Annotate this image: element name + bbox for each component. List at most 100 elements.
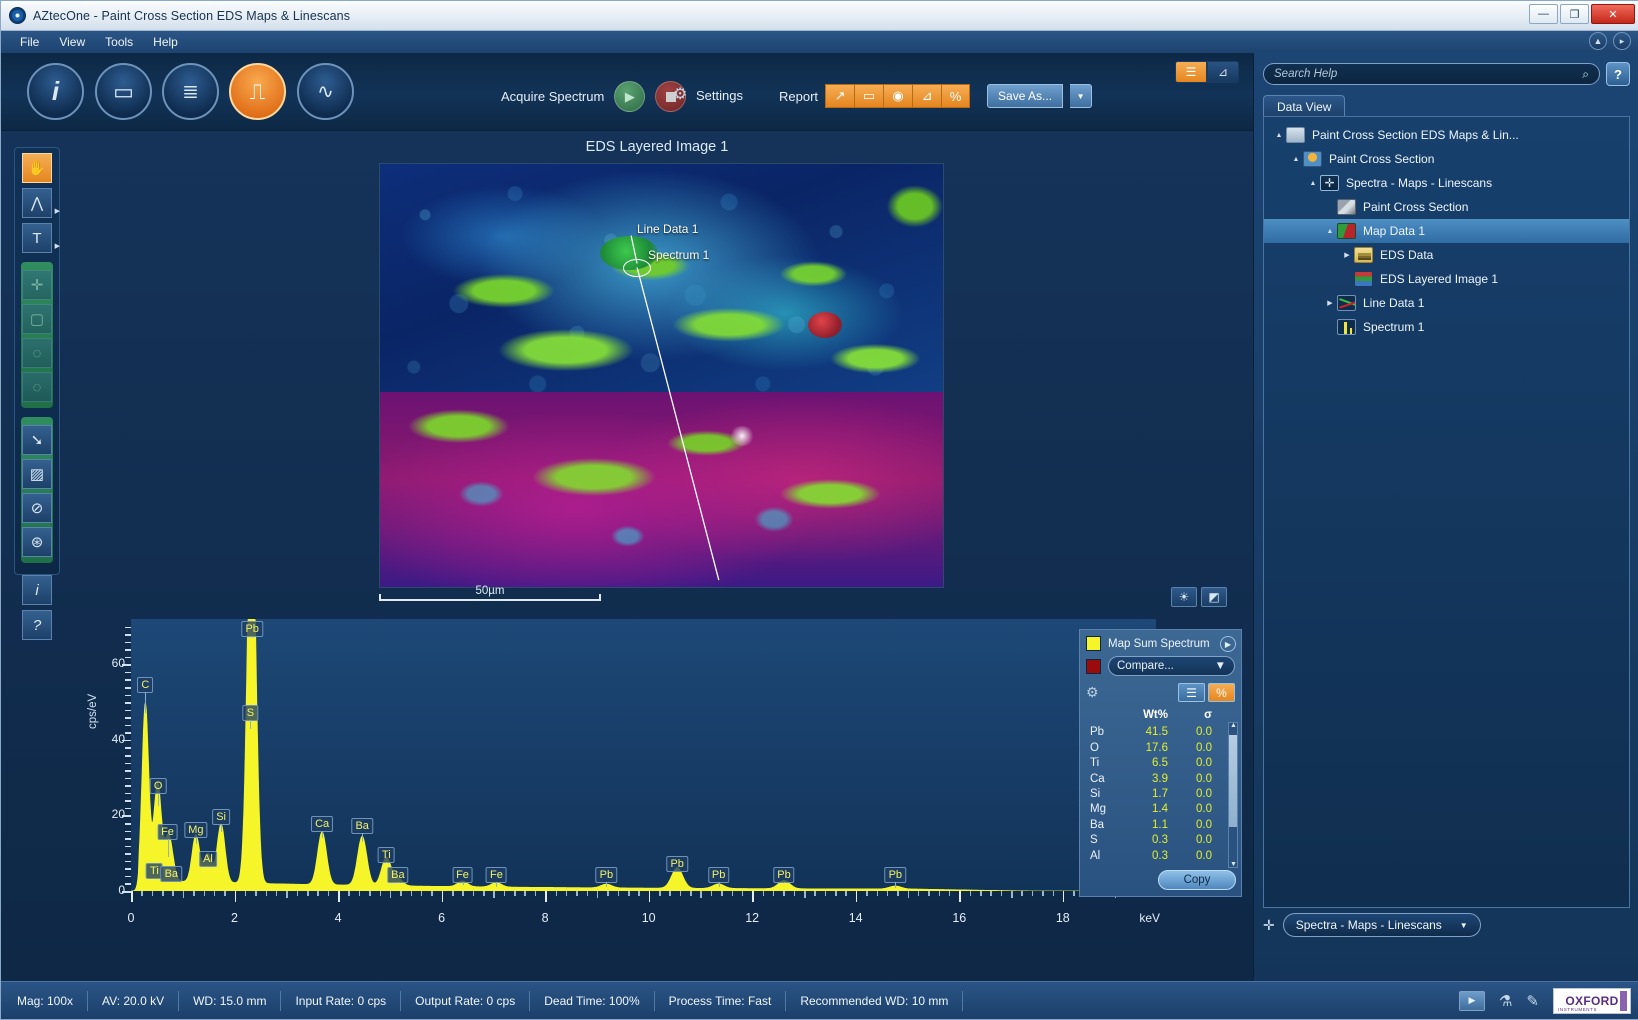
peak-label-Pb-16[interactable]: Pb <box>596 867 617 883</box>
twisty-icon[interactable]: ▲ <box>1306 180 1320 187</box>
peak-label-Ti-12[interactable]: Ti <box>378 847 395 863</box>
close-button[interactable]: ✕ <box>1591 4 1635 24</box>
spectrum-point-marker[interactable] <box>623 259 651 277</box>
status-play-button[interactable]: ▶ <box>1459 991 1485 1011</box>
help-tool[interactable]: ? <box>22 610 52 640</box>
copy-button[interactable]: Copy <box>1158 870 1236 890</box>
contrast-button[interactable]: ◩ <box>1201 587 1227 607</box>
tab-data-view[interactable]: Data View <box>1263 95 1345 118</box>
chart-view-button[interactable]: ⊿ <box>1207 61 1239 83</box>
table-row[interactable]: Ca3.90.0 <box>1090 772 1241 787</box>
peak-label-Pb-17[interactable]: Pb <box>666 856 687 872</box>
twisty-icon[interactable]: ▲ <box>1323 228 1337 235</box>
text-tool[interactable]: T ▶ <box>22 223 52 253</box>
spectrum-button[interactable]: ⎍ <box>229 63 286 120</box>
search-icon[interactable]: ⌕ <box>1582 67 1589 82</box>
peak-label-Pb-18[interactable]: Pb <box>708 867 729 883</box>
peak-label-Mg-5[interactable]: Mg <box>184 822 207 838</box>
add-freeform-tool[interactable]: ◌ <box>22 372 52 402</box>
chevron-right-icon[interactable]: ▶ <box>55 242 60 250</box>
delete-point-tool[interactable]: ➘ <box>22 425 52 455</box>
peak-label-Fe-3[interactable]: Fe <box>157 824 178 840</box>
eds-layered-image[interactable]: Line Data 1 Spectrum 1 <box>379 163 944 588</box>
chevron-right-icon[interactable]: ▶ <box>55 207 60 215</box>
search-help-box[interactable]: ⌕ <box>1263 63 1600 85</box>
twisty-icon[interactable]: ▶ <box>1323 299 1337 307</box>
add-rect-tool[interactable]: ▢ <box>22 304 52 334</box>
acquire-start-button[interactable]: ▶ <box>614 81 645 112</box>
peak-label-Ba-13[interactable]: Ba <box>387 867 408 883</box>
peak-label-Pb-20[interactable]: Pb <box>885 867 906 883</box>
add-point-tool[interactable]: ✛ <box>22 270 52 300</box>
results-scrollbar[interactable]: ▲ ▼ <box>1228 722 1238 868</box>
expand-icon[interactable]: ▸ <box>1613 32 1631 50</box>
peak-label-C-0[interactable]: C <box>137 677 153 693</box>
table-row[interactable]: Ba1.10.0 <box>1090 818 1241 833</box>
tree-node-2[interactable]: ▲Spectra - Maps - Linescans <box>1264 171 1629 195</box>
menu-help[interactable]: Help <box>144 33 187 51</box>
brightness-button[interactable]: ☀ <box>1171 587 1197 607</box>
site-dropdown[interactable]: Spectra - Maps - Linescans ▼ <box>1283 913 1481 937</box>
peak-label-Si-7[interactable]: Si <box>212 809 230 825</box>
report-chart-button[interactable]: ⊿ <box>912 84 941 108</box>
list-results-button[interactable]: ☰ <box>1178 683 1205 702</box>
table-row[interactable]: Mg1.40.0 <box>1090 802 1241 817</box>
delete-all-tool[interactable]: ⊛ <box>22 527 52 557</box>
info-button[interactable]: i <box>27 63 84 120</box>
table-row[interactable]: O17.60.0 <box>1090 741 1241 756</box>
menu-file[interactable]: File <box>11 33 48 51</box>
peak-label-Ca-10[interactable]: Ca <box>311 816 333 832</box>
peak-label-Al-6[interactable]: Al <box>199 851 217 867</box>
scroll-up-icon[interactable]: ▲ <box>1230 722 1237 729</box>
tree-node-7[interactable]: ▶Line Data 1 <box>1264 291 1629 315</box>
delete-rect-tool[interactable]: ▨ <box>22 459 52 489</box>
menu-tools[interactable]: Tools <box>96 33 142 51</box>
info-tool[interactable]: i <box>22 575 52 605</box>
report-signature-button[interactable]: ↗ <box>825 84 854 108</box>
twisty-icon[interactable]: ▲ <box>1272 132 1286 139</box>
layers-button[interactable]: ≣ <box>162 63 219 120</box>
peak-label-O-2[interactable]: O <box>150 778 167 794</box>
detector-icon[interactable]: ✎ <box>1526 992 1539 1010</box>
tree-node-0[interactable]: ▲Paint Cross Section EDS Maps & Lin... <box>1264 123 1629 147</box>
legend-play-button[interactable]: ▶ <box>1220 636 1236 652</box>
microscope-icon[interactable]: ⚗ <box>1499 992 1512 1010</box>
table-row[interactable]: Al0.30.0 <box>1090 849 1241 864</box>
save-as-dropdown[interactable]: ▼ <box>1070 84 1092 108</box>
save-as-button[interactable]: Save As... <box>987 84 1063 108</box>
minimize-button[interactable]: — <box>1529 4 1558 24</box>
maximize-button[interactable]: ❐ <box>1560 4 1589 24</box>
table-row[interactable]: Si1.70.0 <box>1090 787 1241 802</box>
tree-node-6[interactable]: EDS Layered Image 1 <box>1264 267 1629 291</box>
scroll-down-icon[interactable]: ▼ <box>1230 861 1237 868</box>
table-row[interactable]: Ti6.50.0 <box>1090 756 1241 771</box>
table-row[interactable]: Pb41.50.0 <box>1090 725 1241 740</box>
tree-node-3[interactable]: Paint Cross Section <box>1264 195 1629 219</box>
linescan-button[interactable]: ∿ <box>297 63 354 120</box>
help-button[interactable]: ? <box>1606 62 1630 86</box>
table-row[interactable]: S0.30.0 <box>1090 833 1241 848</box>
collapse-icon[interactable]: ▲ <box>1589 32 1607 50</box>
peak-label-Pb-9[interactable]: Pb <box>241 621 262 637</box>
twisty-icon[interactable]: ▲ <box>1289 156 1303 163</box>
report-percent-button[interactable]: % <box>941 84 970 108</box>
pan-tool[interactable]: ✋ <box>22 153 52 183</box>
image-button[interactable]: ▭ <box>95 63 152 120</box>
list-view-button[interactable]: ☰ <box>1175 61 1207 83</box>
peak-label-S-8[interactable]: S <box>243 705 258 721</box>
report-preview-button[interactable]: ◉ <box>883 84 912 108</box>
percent-results-button[interactable]: % <box>1208 683 1235 702</box>
spectrum-plot-area[interactable]: 0204060 CTiOFeBaMgAlSiSPbCaBaTiBaFeFePbP… <box>131 619 1156 891</box>
menu-view[interactable]: View <box>50 33 94 51</box>
add-circle-tool[interactable]: ◌ <box>22 338 52 368</box>
peak-label-Ba-4[interactable]: Ba <box>161 866 182 882</box>
report-monitor-button[interactable]: ▭ <box>854 84 883 108</box>
compare-dropdown[interactable]: Compare... ▼ <box>1108 656 1235 676</box>
peak-label-Fe-14[interactable]: Fe <box>452 867 473 883</box>
spectrum-chart[interactable]: cps/eV 0204060 CTiOFeBaMgAlSiSPbCaBaTiBa… <box>81 619 1246 937</box>
twisty-icon[interactable]: ▶ <box>1340 251 1354 259</box>
tree-node-4[interactable]: ▲Map Data 1 <box>1264 219 1629 243</box>
gear-icon[interactable]: ⚙ <box>1086 684 1099 701</box>
search-input[interactable] <box>1274 68 1582 80</box>
delete-circle-tool[interactable]: ⊘ <box>22 493 52 523</box>
